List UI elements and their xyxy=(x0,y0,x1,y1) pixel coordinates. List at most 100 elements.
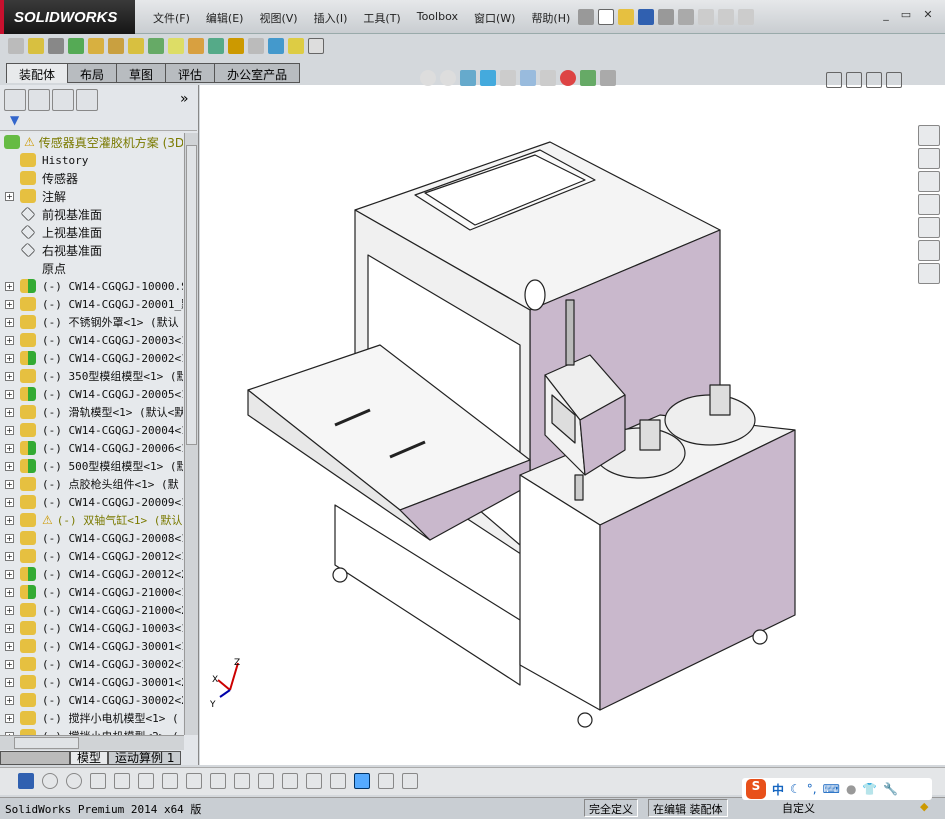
insert-component-icon[interactable] xyxy=(8,38,24,54)
view-palette-icon[interactable] xyxy=(918,217,940,238)
tree-item[interactable]: 原点 xyxy=(0,259,66,277)
tree-item[interactable]: + ⚠ (-) 双轴气缸<1> (默认 xyxy=(0,511,182,529)
open-icon[interactable] xyxy=(618,9,634,25)
expand-icon[interactable]: + xyxy=(5,389,14,399)
expand-icon[interactable]: + xyxy=(5,605,14,615)
measure-icon[interactable] xyxy=(378,773,394,789)
feature-tree-icon[interactable] xyxy=(4,89,26,111)
property-manager-icon[interactable] xyxy=(28,89,50,111)
expand-icon[interactable]: + xyxy=(5,515,14,525)
expand-icon[interactable]: + xyxy=(5,461,14,471)
previous-view-icon[interactable] xyxy=(460,70,476,86)
expand-icon[interactable]: + xyxy=(5,425,14,435)
tree-item[interactable]: + (-) CW14-CGQGJ-20012<2> xyxy=(0,565,183,583)
home-icon[interactable] xyxy=(918,148,940,169)
expand-icon[interactable]: + xyxy=(5,551,14,561)
circle-icon[interactable] xyxy=(66,773,82,789)
assembly-features-icon[interactable] xyxy=(148,38,164,54)
menu-window[interactable]: 窗口(W) xyxy=(466,10,523,26)
smart-fasteners-icon[interactable] xyxy=(88,38,104,54)
expand-icon[interactable]: + xyxy=(5,281,14,291)
mate-icon[interactable] xyxy=(48,38,64,54)
expand-icon[interactable]: + xyxy=(5,587,14,597)
expand-icon[interactable]: + xyxy=(5,479,14,489)
trim-icon[interactable] xyxy=(114,773,130,789)
point-icon[interactable] xyxy=(42,773,58,789)
tree-item[interactable]: 前视基准面 xyxy=(0,205,102,223)
show-hidden-icon[interactable] xyxy=(128,38,144,54)
expand-icon[interactable]: + xyxy=(5,497,14,507)
tree-item[interactable]: + (-) CW14-CGQGJ-20005<1> xyxy=(0,385,183,403)
menu-view[interactable]: 视图(V) xyxy=(251,10,305,26)
expand-icon[interactable]: + xyxy=(5,443,14,453)
tree-item[interactable]: +(-) 搅拌小电机模型<2> ( xyxy=(0,727,179,735)
punctuation-icon[interactable]: °, xyxy=(807,782,817,796)
tab-evaluate[interactable]: 评估 xyxy=(165,63,216,83)
menu-file[interactable]: 文件(F) xyxy=(145,10,198,26)
display-manager-icon[interactable] xyxy=(76,89,98,111)
expand-icon[interactable]: + xyxy=(5,317,14,327)
view-settings-icon[interactable] xyxy=(600,70,616,86)
tree-item[interactable]: + (-) CW14-CGQGJ-20006<1> xyxy=(0,439,183,457)
tree-item[interactable]: + (-) CW14-CGQGJ-20009<1> xyxy=(0,493,183,511)
expand-icon[interactable]: + xyxy=(5,677,14,687)
apply-scene-icon[interactable] xyxy=(580,70,596,86)
solidworks-resources-icon[interactable] xyxy=(918,125,940,146)
tree-item[interactable]: + (-) CW14-CGQGJ-21000<2> xyxy=(0,601,183,619)
tree-item[interactable]: + (-) CW14-CGQGJ-10000.SL xyxy=(0,277,183,295)
offset-icon[interactable] xyxy=(234,773,250,789)
expand-icon[interactable]: + xyxy=(5,407,14,417)
tree-item[interactable]: + (-) CW14-CGQGJ-20004<1> xyxy=(0,421,183,439)
polygon-icon[interactable] xyxy=(90,773,106,789)
filter-icon[interactable]: ▼ xyxy=(10,113,19,127)
hide-show-items-icon[interactable] xyxy=(540,70,556,86)
design-library-icon[interactable] xyxy=(918,171,940,192)
dimension-icon[interactable] xyxy=(282,773,298,789)
zoom-to-area-icon[interactable] xyxy=(440,70,456,86)
reference-geometry-icon[interactable] xyxy=(168,38,184,54)
expand-icon[interactable]: + xyxy=(5,533,14,543)
tree-filter[interactable]: ▼ xyxy=(0,113,197,131)
save-icon[interactable] xyxy=(18,773,34,789)
angle-icon[interactable] xyxy=(138,773,154,789)
tree-item[interactable]: + (-) CW14-CGQGJ-30002<2> xyxy=(0,691,183,709)
menu-toolbox[interactable]: Toolbox xyxy=(409,10,466,26)
expand-icon[interactable]: + xyxy=(5,371,14,381)
graphics-area[interactable]: Z X Y xyxy=(200,85,945,765)
tree-item[interactable]: + (-) 滑轨模型<1> (默认<默 xyxy=(0,403,183,421)
clearance-icon[interactable] xyxy=(288,38,304,54)
tree-item[interactable]: + (-) 搅拌小电机模型<1> ( xyxy=(0,709,179,727)
settings-wrench-icon[interactable]: 🔧 xyxy=(883,782,898,796)
table-icon[interactable] xyxy=(402,773,418,789)
tree-item[interactable]: + (-) 不锈钢外罩<1> (默认 xyxy=(0,313,179,331)
tree-item[interactable]: + (-) CW14-CGQGJ-10003<1> xyxy=(0,619,183,637)
user-icon[interactable]: ● xyxy=(846,782,856,796)
viewport-minimize-icon[interactable] xyxy=(826,72,842,88)
tab-office-products[interactable]: 办公室产品 xyxy=(214,63,301,83)
new-motion-study-icon[interactable] xyxy=(188,38,204,54)
display-style-icon[interactable] xyxy=(520,70,536,86)
tab-layout[interactable]: 布局 xyxy=(67,63,118,83)
scroll-thumb[interactable] xyxy=(186,145,197,445)
restore-button[interactable]: ▭ xyxy=(898,8,914,22)
explode-line-icon[interactable] xyxy=(248,38,264,54)
viewport-tile-icon[interactable] xyxy=(866,72,882,88)
line-icon[interactable] xyxy=(210,773,226,789)
keyboard-icon[interactable]: ⌨ xyxy=(823,782,840,796)
exploded-view-icon[interactable] xyxy=(228,38,244,54)
close-button[interactable]: ✕ xyxy=(920,8,936,22)
tab-assembly[interactable]: 装配体 xyxy=(6,63,69,83)
tree-horizontal-scrollbar[interactable] xyxy=(0,735,184,750)
expand-icon[interactable]: + xyxy=(5,641,14,651)
expand-icon[interactable]: + xyxy=(5,569,14,579)
skin-icon[interactable]: 👕 xyxy=(862,782,877,796)
tab-navigation-arrows[interactable] xyxy=(0,751,70,765)
expand-icon[interactable]: + xyxy=(5,659,14,669)
linear-pattern-icon[interactable] xyxy=(68,38,84,54)
tree-item[interactable]: + (-) CW14-CGQGJ-20008<1> xyxy=(0,529,183,547)
tree-item[interactable]: + (-) CW14-CGQGJ-30001<2> xyxy=(0,673,183,691)
tree-item[interactable]: + (-) 500型模组模型<1> (默 xyxy=(0,457,183,475)
select-icon[interactable] xyxy=(698,9,714,25)
moon-icon[interactable]: ☾ xyxy=(790,782,801,796)
tab-motion-study[interactable]: 运动算例 1 xyxy=(108,751,182,765)
